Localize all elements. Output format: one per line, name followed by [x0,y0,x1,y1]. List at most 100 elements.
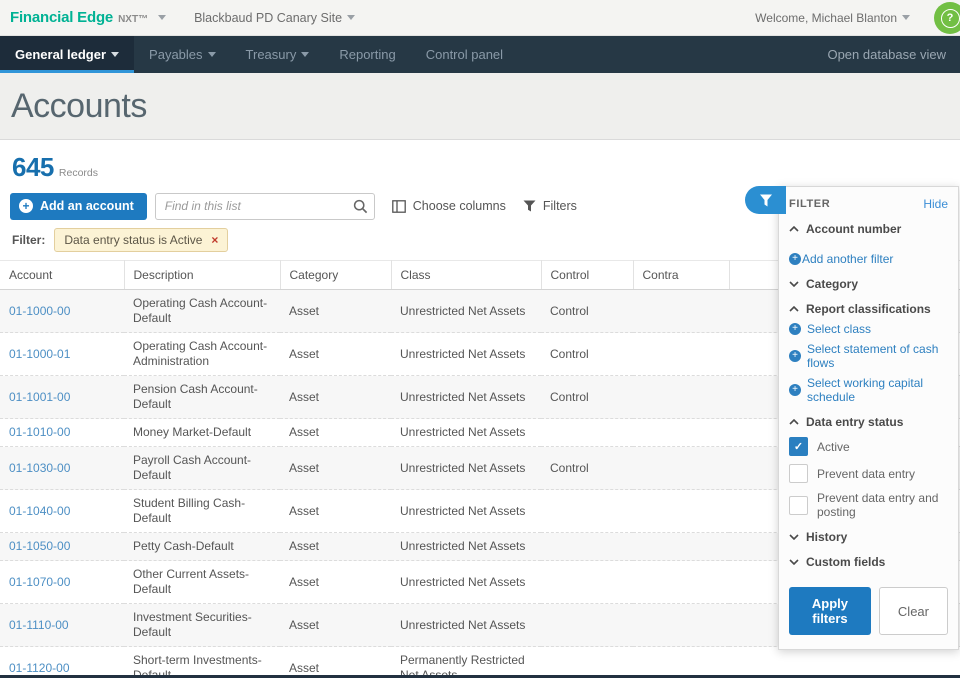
column-header-description[interactable]: Description [124,261,280,290]
hide-panel-link[interactable]: Hide [923,197,948,211]
filter-section-custom-fields[interactable]: Custom fields [789,555,948,569]
select-statement-of-cash-flows-link[interactable]: + Select statement of cash flows [789,342,948,370]
account-link[interactable]: 01-1001-00 [9,390,70,404]
column-header-contra[interactable]: Contra [633,261,729,290]
tab-label: Control panel [426,47,503,62]
class-cell: Unrestricted Net Assets [391,376,541,419]
tab-treasury[interactable]: Treasury [231,36,325,73]
chevron-down-icon [158,15,166,20]
account-link[interactable]: 01-1040-00 [9,504,70,518]
description-cell: Student Billing Cash-Default [124,490,280,533]
category-cell: Asset [280,604,391,647]
chevron-up-icon [789,306,799,312]
search-icon [353,199,368,214]
account-cell: 01-1010-00 [0,419,124,447]
apply-filters-button[interactable]: Apply filters [789,587,871,635]
control-cell: Control [541,376,633,419]
control-cell [541,533,633,561]
description-cell: Payroll Cash Account-Default [124,447,280,490]
filter-panel-toggle-button[interactable] [745,186,786,214]
choose-columns-button[interactable]: Choose columns [392,199,506,213]
record-count: 645 [12,152,54,183]
site-name: Blackbaud PD Canary Site [194,11,342,25]
filters-button[interactable]: Filters [523,199,577,213]
account-link[interactable]: 01-1030-00 [9,461,70,475]
tab-control-panel[interactable]: Control panel [411,36,518,73]
account-cell: 01-1030-00 [0,447,124,490]
checkbox-checked-icon[interactable]: ✓ [789,437,808,456]
description-cell: Operating Cash Account-Administration [124,333,280,376]
chevron-down-icon [347,15,355,20]
add-another-filter-label: Add another filter [802,252,893,266]
filter-section-account-number[interactable]: Account number [789,222,948,236]
search-box [155,193,375,220]
account-link[interactable]: 01-1050-00 [9,539,70,553]
select-working-capital-schedule-link[interactable]: + Select working capital schedule [789,376,948,404]
open-database-view-link[interactable]: Open database view [813,36,960,73]
class-cell: Unrestricted Net Assets [391,333,541,376]
contra-cell [633,533,729,561]
account-cell: 01-1040-00 [0,490,124,533]
tab-payables[interactable]: Payables [134,36,230,73]
class-cell: Unrestricted Net Assets [391,533,541,561]
filter-option-prevent-data-entry[interactable]: Prevent data entry [789,464,948,483]
checkbox-unchecked-icon[interactable] [789,496,808,515]
tab-reporting[interactable]: Reporting [324,36,410,73]
section-label: Category [806,277,858,291]
description-cell: Short-term Investments-Default [124,647,280,678]
filter-section-history[interactable]: History [789,530,948,544]
contra-cell [633,604,729,647]
account-link[interactable]: 01-1000-01 [9,347,70,361]
checkbox-unchecked-icon[interactable] [789,464,808,483]
filter-option-active[interactable]: ✓Active [789,437,948,456]
category-cell: Asset [280,333,391,376]
category-cell: Asset [280,376,391,419]
chip-close-icon[interactable]: × [211,234,218,246]
checkbox-label: Prevent data entry [817,467,915,481]
column-header-category[interactable]: Category [280,261,391,290]
control-cell: Control [541,290,633,333]
filter-section-category[interactable]: Category [789,277,948,291]
column-header-control[interactable]: Control [541,261,633,290]
search-input[interactable] [155,193,375,220]
brand-suffix: NXT™ [118,14,148,25]
control-cell [541,561,633,604]
chevron-down-icon [111,52,119,57]
chevron-down-icon [301,52,309,57]
user-menu[interactable]: Welcome, Michael Blanton [755,11,910,25]
question-mark-icon: ? [941,9,960,28]
site-selector[interactable]: Blackbaud PD Canary Site [194,11,355,25]
filter-section-data-entry-status[interactable]: Data entry status [789,415,948,429]
column-header-class[interactable]: Class [391,261,541,290]
filter-option-prevent-data-entry-and-posting[interactable]: Prevent data entry and posting [789,491,948,519]
help-button[interactable]: ? [934,2,960,34]
account-link[interactable]: 01-1010-00 [9,425,70,439]
filter-chip[interactable]: Data entry status is Active × [54,228,228,252]
plus-circle-icon: + [789,384,801,396]
brand-menu[interactable]: Financial Edge NXT™ [10,9,166,26]
add-another-filter-link[interactable]: + Add another filter [789,252,948,266]
add-account-label: Add an account [40,199,134,213]
column-header-account[interactable]: Account [0,261,124,290]
description-cell: Petty Cash-Default [124,533,280,561]
description-cell: Pension Cash Account-Default [124,376,280,419]
class-cell: Unrestricted Net Assets [391,561,541,604]
description-cell: Operating Cash Account-Default [124,290,280,333]
select-class-link[interactable]: + Select class [789,322,948,336]
account-link[interactable]: 01-1120-00 [9,661,70,675]
brand-name: Financial Edge [10,9,113,26]
category-cell: Asset [280,533,391,561]
category-cell: Asset [280,419,391,447]
account-link[interactable]: 01-1070-00 [9,575,70,589]
class-cell: Permanently Restricted Net Assets [391,647,541,678]
filter-section-report-classifications[interactable]: Report classifications [789,302,948,316]
account-link[interactable]: 01-1000-00 [9,304,70,318]
class-cell: Unrestricted Net Assets [391,490,541,533]
clear-filters-button[interactable]: Clear [879,587,948,635]
add-account-button[interactable]: + Add an account [10,193,147,220]
account-link[interactable]: 01-1110-00 [9,618,69,632]
tab-general-ledger[interactable]: General ledger [0,36,134,73]
records-summary: 645 Records [0,140,960,191]
chevron-up-icon [789,226,799,232]
filter-bar-label: Filter: [12,233,45,247]
